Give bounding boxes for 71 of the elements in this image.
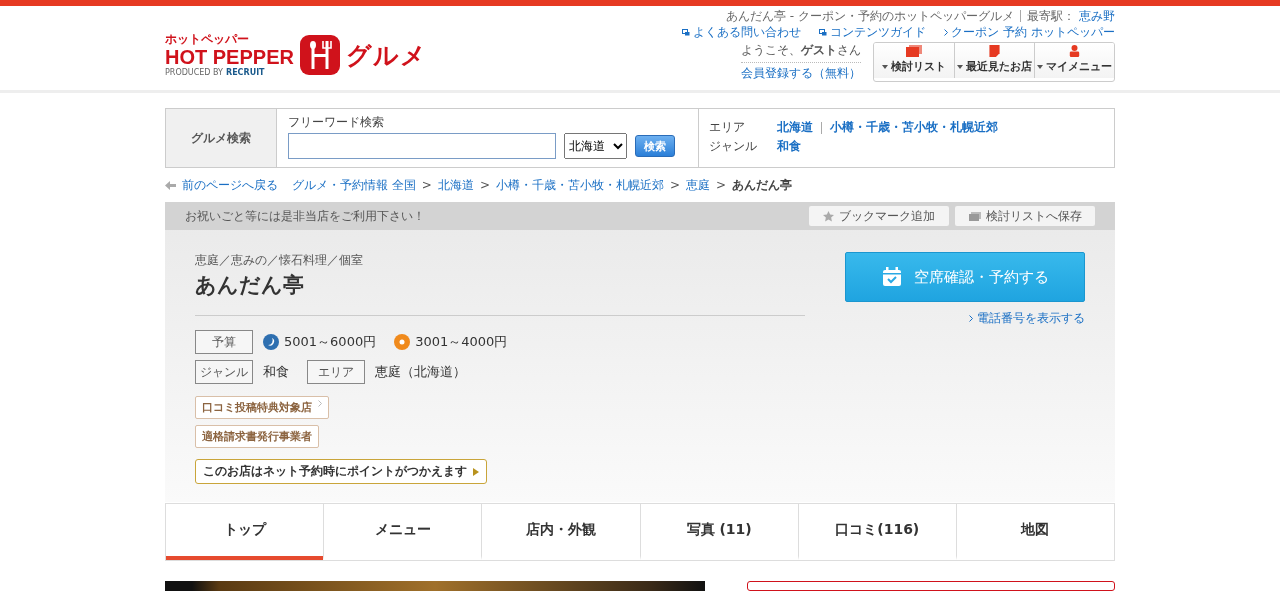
budget-value: 3001～4000円	[394, 333, 508, 351]
shop-name: あんだん亭	[195, 272, 305, 299]
logo-recruit: RECRUIT	[226, 68, 265, 78]
window-icon	[682, 28, 691, 36]
caret-icon	[882, 64, 888, 69]
folder-icon	[968, 211, 981, 221]
breadcrumb-link[interactable]: 恵庭	[686, 176, 710, 194]
page-title: あんだん亭 - クーポン・予約のホットペッパーグルメ	[726, 9, 1014, 23]
triangle-icon	[473, 467, 479, 476]
info-label: 予算	[195, 330, 253, 354]
shop-action-button[interactable]: ブックマーク追加	[809, 206, 949, 226]
chevron-icon	[318, 400, 322, 407]
breadcrumb-separator: >	[479, 178, 490, 192]
window-icon	[819, 28, 828, 36]
welcome-text: ようこそ、ゲストさん	[741, 42, 861, 63]
header-link[interactable]: コンテンツガイド	[819, 25, 927, 39]
header-menu-button[interactable]: 検討リスト	[874, 43, 954, 78]
back-link[interactable]: 前のページへ戻る	[182, 176, 278, 194]
shop-badge[interactable]: 口コミ投稿特典対象店	[195, 396, 329, 419]
folder-icon	[906, 45, 922, 57]
register-link[interactable]: 会員登録する（無料）	[741, 65, 861, 82]
notice-text: お祝いごと等には是非当店をご利用下さい！	[185, 207, 425, 225]
search-label: グルメ検索	[166, 109, 277, 167]
area-link[interactable]: 小樽・千歳・苫小牧・札幌近郊	[830, 119, 998, 136]
chevron-icon	[969, 315, 974, 322]
region-select[interactable]: 北海道	[564, 133, 627, 159]
logo-gourmet: グルメ	[345, 39, 427, 72]
shop-badge: 適格請求書発行事業者	[195, 425, 319, 448]
moon-icon	[263, 334, 279, 350]
area-value: 恵庭（北海道）	[375, 363, 466, 381]
header-link[interactable]: クーポン 予約 ホットペッパー	[944, 25, 1115, 39]
user-icon	[1069, 45, 1080, 57]
logo-brand: HOT PEPPER	[165, 46, 294, 68]
genre-value: 和食	[263, 363, 289, 381]
shop-categories: 恵庭／恵みの／懐石料理／個室	[195, 252, 364, 269]
star-icon	[823, 210, 834, 222]
header-link[interactable]: よくある問い合わせ	[682, 25, 802, 39]
fork-spoon-logo-icon	[299, 35, 340, 75]
show-phone-link[interactable]: 電話番号を表示する	[969, 310, 1085, 327]
area-link[interactable]: 北海道	[777, 119, 813, 136]
sun-icon	[394, 334, 411, 350]
back-arrow-icon	[165, 180, 176, 190]
calendar-icon	[881, 267, 902, 287]
breadcrumb-link[interactable]: 北海道	[437, 176, 474, 194]
breadcrumb-link[interactable]: 小樽・千歳・苫小牧・札幌近郊	[495, 176, 664, 194]
header-menu-button[interactable]: マイメニュー	[1034, 43, 1114, 78]
breadcrumb-separator: >	[421, 178, 432, 192]
station-label: 最寄駅：	[1027, 9, 1075, 23]
shop-action-button[interactable]: 検討リストへ保存	[955, 206, 1095, 226]
genre-label: ジャンル	[709, 138, 757, 155]
breadcrumb-separator: >	[669, 178, 680, 192]
logo-produced-by: PRODUCED BY	[165, 68, 223, 78]
budget-value: 5001～6000円	[263, 333, 377, 351]
caret-icon	[1037, 64, 1043, 69]
breadcrumb-current: あんだん亭	[732, 176, 793, 194]
freeword-label: フリーワード検索	[288, 114, 385, 131]
genre-link[interactable]: 和食	[777, 138, 801, 155]
header-menu-button[interactable]: 最近見たお店	[954, 43, 1034, 78]
breadcrumb-link[interactable]: グルメ・予約情報 全国	[292, 176, 416, 194]
info-label: エリア	[307, 360, 365, 384]
note-icon	[989, 45, 1000, 57]
freeword-input[interactable]	[288, 133, 556, 159]
logo-kana: ホットペッパー	[165, 32, 250, 46]
breadcrumb-separator: >	[716, 178, 727, 192]
caret-icon	[957, 64, 963, 69]
area-label: エリア	[709, 119, 746, 136]
search-button[interactable]: 検索	[635, 135, 675, 157]
info-label: ジャンル	[195, 360, 253, 384]
chevron-icon	[944, 28, 949, 36]
station-link[interactable]: 恵み野	[1079, 9, 1115, 23]
point-banner-link[interactable]: このお店はネット予約時にポイントがつかえます	[195, 459, 487, 484]
